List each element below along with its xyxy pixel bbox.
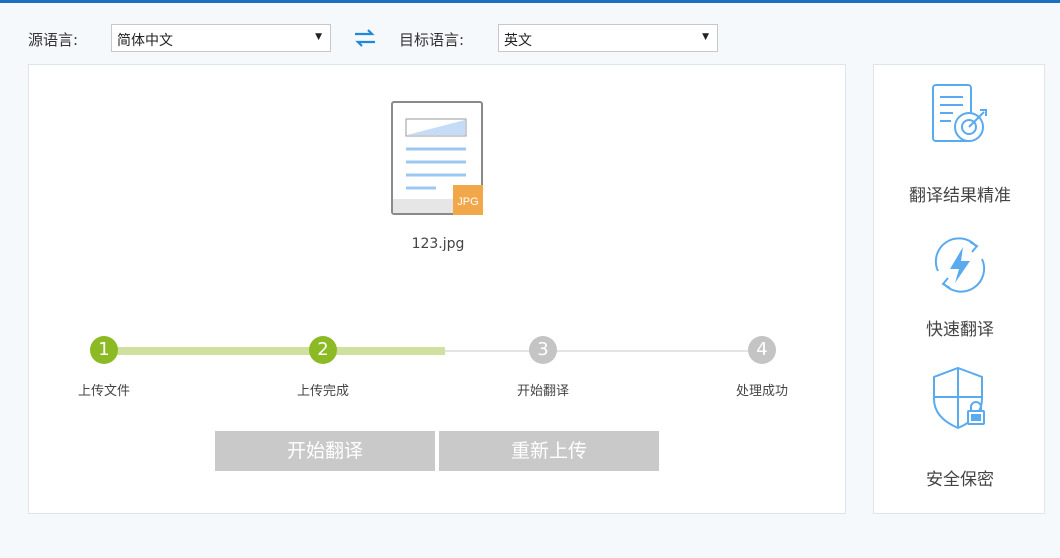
shield-lock-icon xyxy=(933,366,985,430)
step-1-circle: 1 xyxy=(90,336,118,364)
chevron-down-icon: ▼ xyxy=(315,32,322,42)
progress-fill xyxy=(105,347,445,355)
step-3-label: 开始翻译 xyxy=(516,384,569,399)
step-2-label: 上传完成 xyxy=(296,384,349,399)
target-language-value: 英文 xyxy=(504,33,532,49)
start-translation-button[interactable]: 开始翻译 xyxy=(215,431,435,471)
source-language-label: 源语言: xyxy=(28,31,79,49)
feature-secure: 安全保密 xyxy=(874,365,1046,490)
step-1-label: 上传文件 xyxy=(77,384,130,399)
progress-steps: 1 上传文件 2 上传完成 3 开始翻译 4 处理成功 xyxy=(29,335,847,405)
feature-label: 翻译结果精准 xyxy=(909,186,1011,206)
source-language-value: 简体中文 xyxy=(117,33,173,49)
file-name: 123.jpg xyxy=(411,236,465,252)
top-accent-line xyxy=(0,0,1060,3)
step-4-label: 处理成功 xyxy=(735,384,788,399)
feature-fast: 快速翻译 xyxy=(874,233,1046,340)
feature-label: 快速翻译 xyxy=(926,320,994,340)
upload-panel: JPG 123.jpg 1 上传文件 2 上传完成 3 开始翻译 4 处理成功 … xyxy=(28,64,846,514)
features-panel: 翻译结果精准 快速翻译 安全保密 xyxy=(873,64,1045,514)
target-language-select[interactable]: 英文 ▼ xyxy=(498,24,718,52)
feature-accurate: 翻译结果精准 xyxy=(874,83,1046,206)
chevron-down-icon: ▼ xyxy=(702,32,709,42)
step-4-circle: 4 xyxy=(748,336,776,364)
language-toolbar: 源语言: 简体中文 ▼ 目标语言: 英文 ▼ xyxy=(28,24,728,54)
image-file-icon: JPG xyxy=(391,101,483,215)
source-language-select[interactable]: 简体中文 ▼ xyxy=(111,24,331,52)
swap-languages-icon[interactable] xyxy=(354,28,376,48)
step-2-circle: 2 xyxy=(309,336,337,364)
step-3-circle: 3 xyxy=(529,336,557,364)
reupload-button[interactable]: 重新上传 xyxy=(439,431,659,471)
file-type-badge: JPG xyxy=(457,196,478,208)
feature-label: 安全保密 xyxy=(926,470,994,490)
lightning-refresh-icon xyxy=(934,237,986,293)
target-document-icon xyxy=(932,84,987,142)
target-language-label: 目标语言: xyxy=(399,31,465,49)
